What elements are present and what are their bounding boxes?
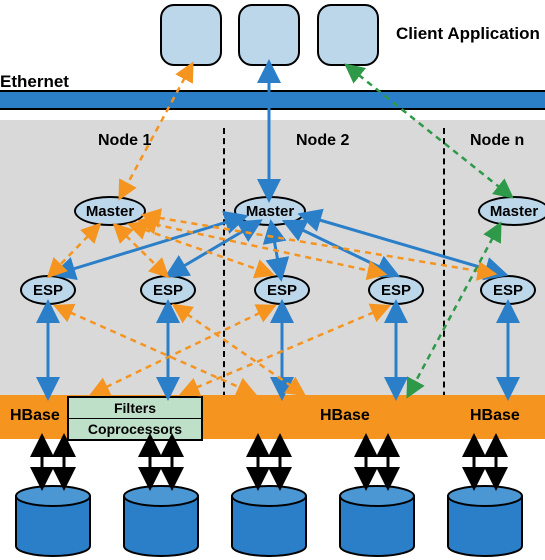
node2-label: Node 2 (296, 132, 349, 150)
esp-label: ESP (267, 282, 297, 299)
hdfs-label: HDFS (252, 524, 293, 541)
esp-label: ESP (153, 282, 183, 299)
esp-1: ESP (20, 275, 76, 305)
master-noden: Master (478, 196, 545, 226)
esp-label: ESP (33, 282, 63, 299)
master-label: Master (246, 203, 294, 220)
master-node2: Master (234, 196, 306, 226)
esp-2: ESP (140, 275, 196, 305)
node-divider (443, 128, 445, 428)
master-label: Master (490, 203, 538, 220)
esp-label: ESP (381, 282, 411, 299)
hdfs-label: HDFS (468, 524, 509, 541)
filters-coprocessors-box: Filters Coprocessors (67, 396, 203, 441)
hdfs-label: HDFS (360, 524, 401, 541)
hdfs-label: HDFS (36, 524, 77, 541)
ethernet-label: Ethernet (0, 72, 69, 92)
esp-5: ESP (480, 275, 536, 305)
hbase-label-n: HBase (470, 407, 520, 425)
node1-label: Node 1 (98, 132, 151, 150)
filters-label: Filters (69, 398, 201, 419)
client-application-label: Client Application (396, 24, 540, 44)
coprocessors-label: Coprocessors (69, 419, 201, 439)
hbase-label-1: HBase (10, 407, 60, 425)
hbase-label-2: HBase (320, 407, 370, 425)
ethernet-edge (0, 108, 545, 110)
client-box (238, 4, 300, 66)
noden-label: Node n (470, 132, 524, 150)
node-divider (223, 128, 225, 428)
esp-3: ESP (254, 275, 310, 305)
master-label: Master (86, 203, 134, 220)
client-box (160, 4, 222, 66)
ethernet-edge (0, 90, 545, 92)
esp-label: ESP (493, 282, 523, 299)
client-box (317, 4, 379, 66)
hdfs-label: HDFS (144, 524, 185, 541)
master-node1: Master (74, 196, 146, 226)
esp-4: ESP (368, 275, 424, 305)
